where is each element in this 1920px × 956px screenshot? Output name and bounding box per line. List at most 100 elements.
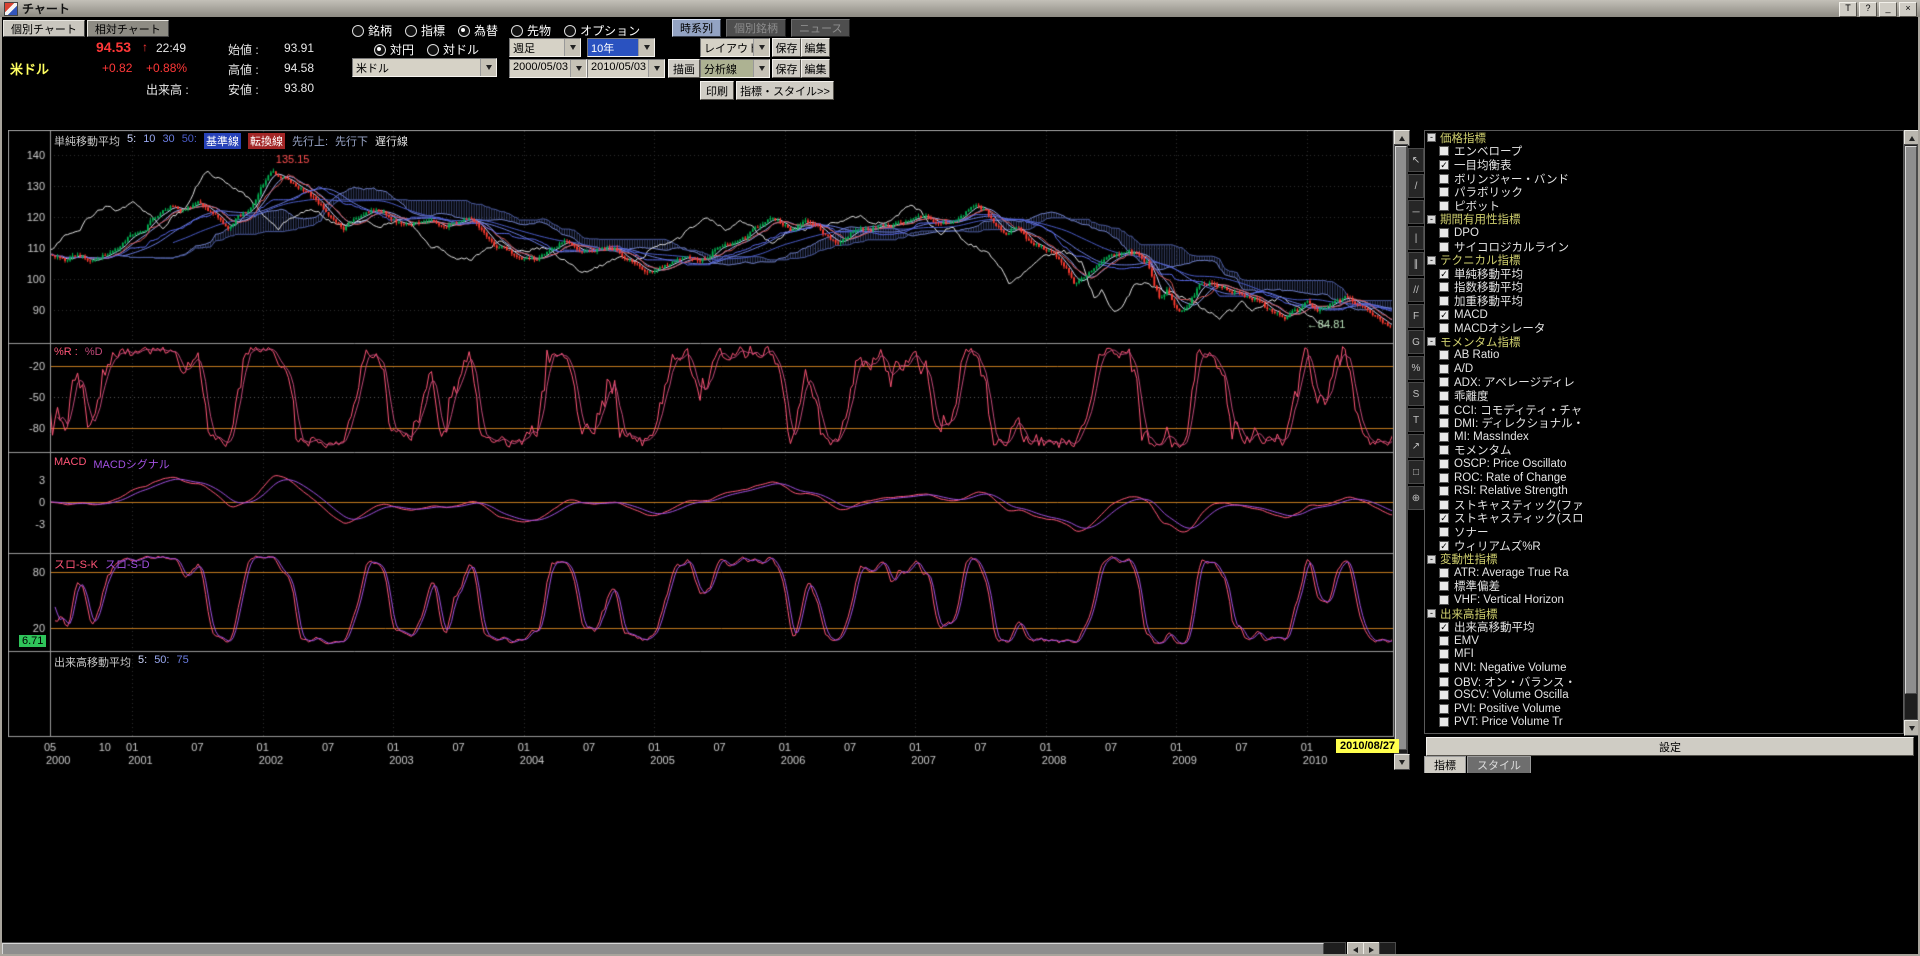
layout-save-button[interactable]: 保存 (772, 38, 801, 57)
indicator-checkbox[interactable]: ✓ (1439, 310, 1449, 320)
indicator-checkbox[interactable] (1439, 242, 1449, 252)
scroll-down-button[interactable] (1394, 754, 1410, 770)
sidebar-tab-指標[interactable]: 指標 (1424, 756, 1466, 773)
indicator-checkbox[interactable] (1439, 364, 1449, 374)
text-annotation-tool[interactable]: T (1408, 408, 1424, 432)
collapse-icon[interactable]: - (1427, 555, 1436, 564)
indicator-item[interactable]: モメンタム (1425, 444, 1903, 458)
channel-tool[interactable]: // (1408, 278, 1424, 302)
indicator-item[interactable]: AB Ratio (1425, 349, 1903, 363)
indicator-checkbox[interactable] (1439, 704, 1449, 714)
indicator-checkbox[interactable] (1439, 282, 1449, 292)
indicator-checkbox[interactable] (1439, 486, 1449, 496)
fibonacci-tool[interactable]: F (1408, 304, 1424, 328)
collapse-icon[interactable]: - (1427, 337, 1436, 346)
indicator-checkbox[interactable] (1439, 201, 1449, 211)
indicator-checkbox[interactable] (1439, 595, 1449, 605)
indicator-checkbox[interactable] (1439, 405, 1449, 415)
dropdown-arrow-icon[interactable] (564, 39, 580, 56)
pin-button[interactable]: T (1839, 2, 1857, 17)
indicator-checkbox[interactable] (1439, 323, 1449, 333)
indicator-checkbox[interactable] (1439, 473, 1449, 483)
dropdown-arrow-icon[interactable] (753, 60, 769, 77)
indicator-group[interactable]: -期間有用性指標 (1425, 213, 1903, 227)
gann-line-tool[interactable]: G (1408, 330, 1424, 354)
percent-retracement-tool[interactable]: % (1408, 356, 1424, 380)
minimize-button[interactable]: _ (1879, 2, 1897, 17)
date-from-select[interactable]: 2000/05/03 (509, 59, 587, 78)
indicator-item[interactable]: 加重移動平均 (1425, 294, 1903, 308)
dropdown-arrow-icon[interactable] (753, 39, 769, 56)
dropdown-arrow-icon[interactable] (480, 59, 496, 76)
layout-select[interactable]: レイアウト (700, 38, 770, 57)
indicator-checkbox[interactable] (1439, 581, 1449, 591)
scroll-thumb[interactable] (1905, 146, 1917, 694)
indicator-item[interactable]: ROC: Rate of Change (1425, 471, 1903, 485)
indicator-checkbox[interactable] (1439, 649, 1449, 659)
indicator-checkbox[interactable] (1439, 146, 1449, 156)
eraser-tool[interactable]: □ (1408, 460, 1424, 484)
dropdown-arrow-icon[interactable] (570, 60, 586, 77)
indicator-checkbox[interactable] (1439, 187, 1449, 197)
indicator-checkbox[interactable] (1439, 568, 1449, 578)
analysis-edit-button[interactable]: 編集 (801, 59, 830, 78)
indicator-checkbox[interactable] (1439, 663, 1449, 673)
indicator-checkbox[interactable]: ✓ (1439, 541, 1449, 551)
indicator-checkbox[interactable] (1439, 296, 1449, 306)
vertical-line-tool[interactable]: | (1408, 226, 1424, 250)
zoom-tool[interactable]: ⊕ (1408, 486, 1424, 510)
range-select[interactable]: 10年 (587, 38, 655, 57)
date-to-select[interactable]: 2010/05/03 (587, 59, 665, 78)
collapse-icon[interactable]: - (1427, 256, 1436, 265)
indicator-checkbox[interactable]: ✓ (1439, 160, 1449, 170)
indicator-item[interactable]: MFI (1425, 648, 1903, 662)
draw-button[interactable]: 描画 (668, 59, 700, 78)
indicator-checkbox[interactable] (1439, 432, 1449, 442)
indicator-item[interactable]: OBV: オン・バランス・ (1425, 675, 1903, 689)
market-radio-為替[interactable]: 為替 (458, 22, 498, 39)
trendline-tool[interactable]: / (1408, 174, 1424, 198)
cycle-line-tool[interactable]: S (1408, 382, 1424, 406)
indicator-checkbox[interactable] (1439, 636, 1449, 646)
period-select[interactable]: 週足 (509, 38, 581, 57)
chart-plot-area[interactable] (8, 130, 1394, 768)
indicator-checkbox[interactable]: ✓ (1439, 513, 1449, 523)
indicator-checkbox[interactable]: ✓ (1439, 622, 1449, 632)
indicator-checkbox[interactable] (1439, 717, 1449, 727)
indicator-item[interactable]: ✓出来高移動平均 (1425, 620, 1903, 634)
indicator-item[interactable]: DMI: ディレクショナル・ (1425, 416, 1903, 430)
layout-edit-button[interactable]: 編集 (801, 38, 830, 57)
collapse-icon[interactable]: - (1427, 133, 1436, 142)
indicator-item[interactable]: ADX: アベレージディレ (1425, 376, 1903, 390)
indicator-checkbox[interactable] (1439, 418, 1449, 428)
close-button[interactable]: × (1899, 2, 1917, 17)
button-時系列[interactable]: 時系列 (672, 19, 721, 37)
print-button[interactable]: 印刷 (700, 81, 734, 100)
indicator-checkbox[interactable] (1439, 391, 1449, 401)
select-tool[interactable]: ↖ (1408, 148, 1424, 172)
settings-button[interactable]: 設定 (1426, 737, 1914, 756)
indicator-item[interactable]: 標準偏差 (1425, 580, 1903, 594)
indicator-checkbox[interactable] (1439, 459, 1449, 469)
indicator-checkbox[interactable] (1439, 228, 1449, 238)
scroll-thumb[interactable] (1395, 146, 1407, 750)
market-radio-オプション[interactable]: オプション (564, 22, 640, 39)
market-radio-先物[interactable]: 先物 (511, 22, 551, 39)
pair-radio-対円[interactable]: 対円 (374, 41, 414, 58)
indicator-checkbox[interactable] (1439, 690, 1449, 700)
indicator-item[interactable]: PVI: Positive Volume (1425, 702, 1903, 716)
parallel-lines-tool[interactable]: ∥ (1408, 252, 1424, 276)
tab-relative-chart[interactable]: 相対チャート (87, 20, 169, 37)
indicator-group[interactable]: -モメンタム指標 (1425, 335, 1903, 349)
dropdown-arrow-icon[interactable] (638, 39, 654, 56)
indicator-checkbox[interactable]: ✓ (1439, 269, 1449, 279)
indicator-item[interactable]: ✓ストキャスティック(スロ (1425, 512, 1903, 526)
analysis-line-select[interactable]: 分析線 (700, 59, 770, 78)
collapse-icon[interactable]: - (1427, 215, 1436, 224)
collapse-icon[interactable]: - (1427, 609, 1436, 618)
indicator-checkbox[interactable] (1439, 500, 1449, 510)
pair-radio-対ドル[interactable]: 対ドル (427, 41, 479, 58)
market-radio-銘柄[interactable]: 銘柄 (352, 22, 392, 39)
indicator-item[interactable]: EMV (1425, 634, 1903, 648)
dropdown-arrow-icon[interactable] (648, 60, 664, 77)
